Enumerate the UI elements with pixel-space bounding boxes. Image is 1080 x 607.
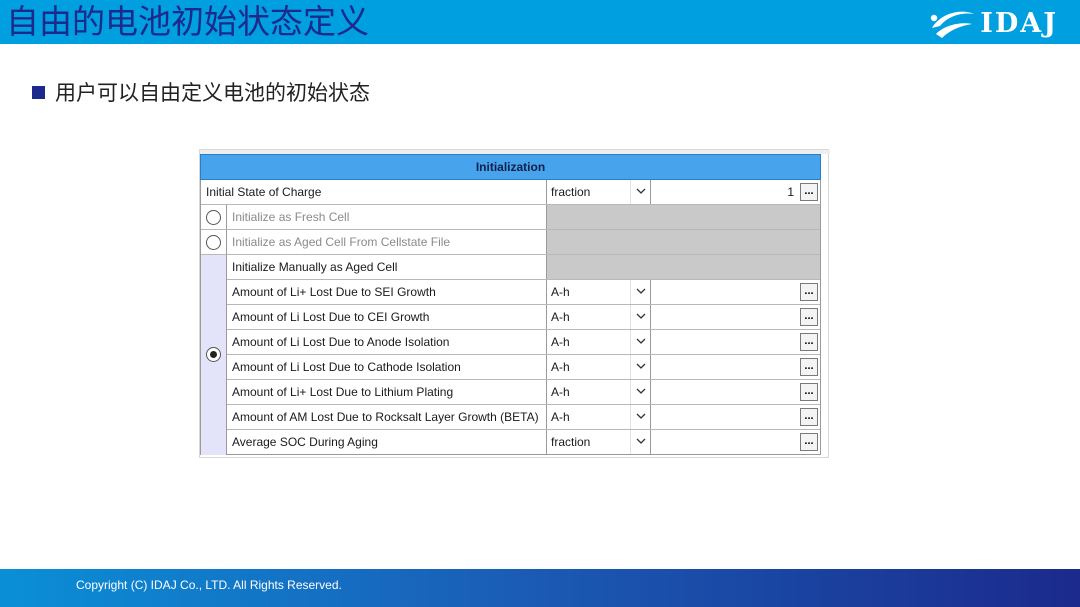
aged-row-label: Amount of Li Lost Due to CEI Growth xyxy=(227,305,547,329)
aged-row: Amount of Li+ Lost Due to Lithium Platin… xyxy=(227,380,820,405)
option-label-manual: Initialize Manually as Aged Cell xyxy=(227,255,547,279)
bullet-point: 用户可以自由定义电池的初始状态 xyxy=(32,78,370,106)
aged-row-unit-select[interactable]: fraction xyxy=(547,430,651,454)
aged-row: Amount of Li Lost Due to Cathode Isolati… xyxy=(227,355,820,380)
aged-row-label: Amount of AM Lost Due to Rocksalt Layer … xyxy=(227,405,547,429)
soc-label: Initial State of Charge xyxy=(201,180,547,204)
option-fill-fresh xyxy=(547,205,820,229)
slide-title: 自由的电池初始状态定义 xyxy=(6,2,369,41)
aged-row-browse-button[interactable]: ... xyxy=(800,333,818,351)
aged-row-label: Amount of Li Lost Due to Anode Isolation xyxy=(227,330,547,354)
aged-row-unit-value: A-h xyxy=(551,360,570,374)
chevron-down-icon[interactable] xyxy=(630,355,650,379)
soc-unit-value: fraction xyxy=(551,185,591,199)
aged-row-value-field[interactable]: ... xyxy=(651,405,820,429)
option-fill-manual xyxy=(547,255,820,279)
copyright-text: Copyright (C) IDAJ Co., LTD. All Rights … xyxy=(76,578,342,592)
option-label-fresh: Initialize as Fresh Cell xyxy=(227,205,547,229)
soc-browse-button[interactable]: ... xyxy=(800,183,818,201)
aged-row-value-field[interactable]: ... xyxy=(651,280,820,304)
aged-row-unit-value: A-h xyxy=(551,335,570,349)
aged-row-label: Amount of Li+ Lost Due to Lithium Platin… xyxy=(227,380,547,404)
aged-row-label: Amount of Li+ Lost Due to SEI Growth xyxy=(227,280,547,304)
aged-row: Amount of Li Lost Due to CEI Growth A-h … xyxy=(227,305,820,330)
aged-row: Average SOC During Aging fraction ... xyxy=(227,430,820,455)
aged-row-value-field[interactable]: ... xyxy=(651,380,820,404)
option-label-cellstate: Initialize as Aged Cell From Cellstate F… xyxy=(227,230,547,254)
aged-row-browse-button[interactable]: ... xyxy=(800,308,818,326)
aged-row-unit-select[interactable]: A-h xyxy=(547,355,651,379)
aged-row-unit-value: A-h xyxy=(551,410,570,424)
aged-row-unit-value: A-h xyxy=(551,285,570,299)
aged-row-browse-button[interactable]: ... xyxy=(800,383,818,401)
bullet-square-icon xyxy=(32,85,45,99)
logo-text: IDAJ xyxy=(980,7,1058,39)
aged-row-browse-button[interactable]: ... xyxy=(800,358,818,376)
aged-row-browse-button[interactable]: ... xyxy=(800,433,818,451)
chevron-down-icon[interactable] xyxy=(630,305,650,329)
aged-row-value-field[interactable]: ... xyxy=(651,330,820,354)
radio-fresh-cell[interactable] xyxy=(206,210,221,225)
aged-row-value-field[interactable]: ... xyxy=(651,430,820,454)
aged-row-browse-button[interactable]: ... xyxy=(800,408,818,426)
radio-aged-from-file[interactable] xyxy=(206,235,221,250)
radio-cell-manual xyxy=(201,255,227,455)
soc-row: Initial State of Charge fraction 1 ... xyxy=(201,180,820,205)
radio-cell-cellstate xyxy=(201,230,227,255)
chevron-down-icon[interactable] xyxy=(630,405,650,429)
aged-row-label: Amount of Li Lost Due to Cathode Isolati… xyxy=(227,355,547,379)
soc-unit-select[interactable]: fraction xyxy=(547,180,651,204)
chevron-down-icon[interactable] xyxy=(630,180,650,204)
aged-row-unit-select[interactable]: A-h xyxy=(547,380,651,404)
initialization-panel: Initialization Initial State of Charge f… xyxy=(199,149,830,458)
initialization-grid: Initial State of Charge fraction 1 ... I… xyxy=(200,180,821,455)
option-row-cellstate: Initialize as Aged Cell From Cellstate F… xyxy=(227,230,820,255)
aged-row-unit-value: A-h xyxy=(551,310,570,324)
section-header-initialization: Initialization xyxy=(200,154,821,180)
aged-row-unit-select[interactable]: A-h xyxy=(547,330,651,354)
aged-row-value-field[interactable]: ... xyxy=(651,355,820,379)
aged-row: Amount of AM Lost Due to Rocksalt Layer … xyxy=(227,405,820,430)
logo-swoosh-icon xyxy=(931,11,975,38)
bullet-text: 用户可以自由定义电池的初始状态 xyxy=(55,81,370,105)
chevron-down-icon[interactable] xyxy=(630,380,650,404)
aged-row-browse-button[interactable]: ... xyxy=(800,283,818,301)
footer-bar: Copyright (C) IDAJ Co., LTD. All Rights … xyxy=(0,569,1080,607)
aged-row-unit-value: A-h xyxy=(551,385,570,399)
radio-manual-aged[interactable] xyxy=(206,347,221,362)
radio-cell-fresh xyxy=(201,205,227,230)
option-fill-cellstate xyxy=(547,230,820,254)
aged-row-value-field[interactable]: ... xyxy=(651,305,820,329)
chevron-down-icon[interactable] xyxy=(630,430,650,454)
option-row-fresh: Initialize as Fresh Cell xyxy=(227,205,820,230)
aged-row: Amount of Li Lost Due to Anode Isolation… xyxy=(227,330,820,355)
soc-value-field[interactable]: 1 ... xyxy=(651,180,820,204)
aged-row-unit-select[interactable]: A-h xyxy=(547,305,651,329)
soc-value: 1 xyxy=(787,185,794,199)
option-row-manual: Initialize Manually as Aged Cell xyxy=(227,255,820,280)
chevron-down-icon[interactable] xyxy=(630,280,650,304)
idaj-logo: IDAJ xyxy=(926,6,1058,40)
aged-row-unit-select[interactable]: A-h xyxy=(547,405,651,429)
aged-row-label: Average SOC During Aging xyxy=(227,430,547,454)
chevron-down-icon[interactable] xyxy=(630,330,650,354)
aged-row: Amount of Li+ Lost Due to SEI Growth A-h… xyxy=(227,280,820,305)
aged-row-unit-select[interactable]: A-h xyxy=(547,280,651,304)
header-bar: 自由的电池初始状态定义 IDAJ xyxy=(0,0,1080,44)
aged-row-unit-value: fraction xyxy=(551,435,591,449)
